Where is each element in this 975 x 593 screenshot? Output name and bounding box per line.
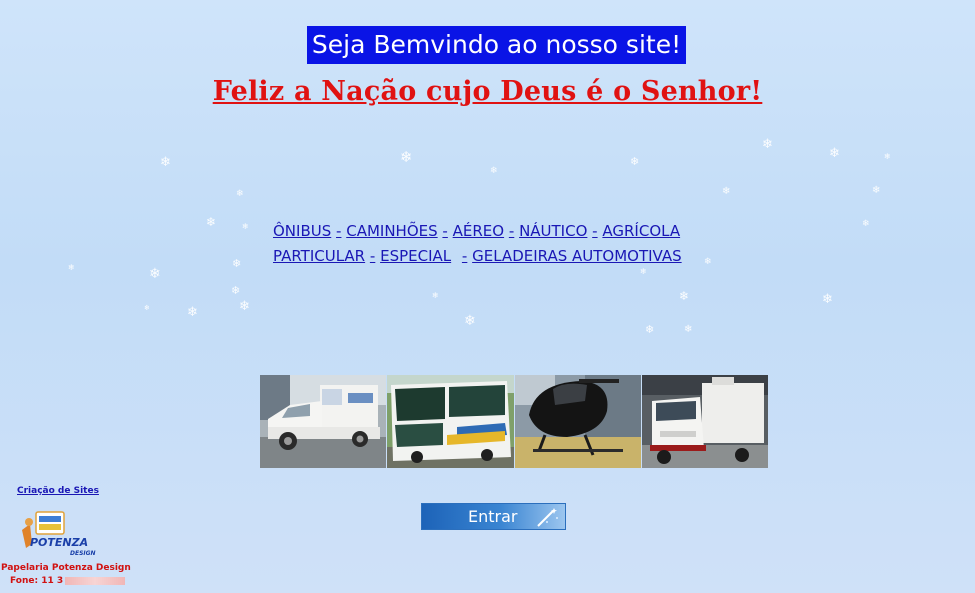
link-separator: - xyxy=(369,247,376,265)
helicopter-photo xyxy=(515,375,641,468)
link-separator: - xyxy=(461,247,468,265)
snowflake-icon: ❄ xyxy=(684,324,693,335)
link-separator: - xyxy=(336,222,342,240)
company-name: Papelaria Potenza Design xyxy=(1,563,131,573)
link-separator: - xyxy=(508,222,515,240)
snowflake-icon: ❄ xyxy=(884,152,891,161)
link-caminhoes[interactable]: CAMINHÕES xyxy=(346,222,437,240)
snowflake-icon: ❄ xyxy=(862,219,870,229)
category-links-row-1: ÔNIBUS - CAMINHÕES - AÉREO - NÁUTICO - A… xyxy=(273,222,713,240)
snowflake-icon: ❄ xyxy=(490,166,498,176)
snowflake-icon: ❄ xyxy=(239,299,250,314)
link-geladeiras-automotivas[interactable]: GELADEIRAS AUTOMOTIVAS xyxy=(472,247,682,265)
snowflake-icon: ❄ xyxy=(400,148,413,166)
white-utility-van-photo xyxy=(260,375,386,468)
snowflake-icon: ❄ xyxy=(236,189,244,199)
link-particular[interactable]: PARTICULAR xyxy=(273,247,365,265)
snowflake-icon: ❄ xyxy=(432,291,439,300)
snowflake-icon: ❄ xyxy=(630,155,640,168)
snowflake-icon: ❄ xyxy=(645,323,655,336)
phone-redacted xyxy=(65,576,126,585)
snowflake-icon: ❄ xyxy=(872,185,881,196)
snowflake-icon: ❄ xyxy=(829,146,840,161)
criacao-de-sites-link[interactable]: Criação de Sites xyxy=(17,486,99,496)
snowflake-icon: ❄ xyxy=(232,257,242,270)
company-phone: Fone: 11 3 xyxy=(10,576,126,586)
link-nautico[interactable]: NÁUTICO xyxy=(519,222,587,240)
enter-button-label: Entrar xyxy=(468,507,518,526)
refrigerated-truck-photo xyxy=(642,375,768,468)
link-aereo[interactable]: AÉREO xyxy=(453,222,504,240)
link-especial[interactable]: ESPECIAL xyxy=(380,247,451,265)
snowflake-icon: ❄ xyxy=(187,305,198,320)
vehicle-photo-strip xyxy=(260,375,768,468)
link-separator: - xyxy=(592,222,598,240)
motto-heading: Feliz a Nação cujo Deus é o Senhor! xyxy=(212,76,763,107)
enter-button[interactable]: Entrar xyxy=(421,503,566,530)
magic-wand-icon xyxy=(535,506,559,535)
snowflake-icon: ❄ xyxy=(68,263,75,272)
phone-label: Fone: 11 3 xyxy=(10,576,64,586)
link-onibus[interactable]: ÔNIBUS xyxy=(273,222,331,240)
snowflake-icon: ❄ xyxy=(722,186,731,197)
snowflake-icon: ❄ xyxy=(822,292,833,307)
svg-text:DESIGN: DESIGN xyxy=(70,550,96,557)
link-separator: - xyxy=(442,222,448,240)
welcome-banner: Seja Bemvindo ao nosso site! xyxy=(307,26,686,64)
snowflake-icon: ❄ xyxy=(206,215,217,229)
snowflake-icon: ❄ xyxy=(231,284,241,297)
snowflake-icon: ❄ xyxy=(144,304,150,312)
double-decker-bus-photo xyxy=(387,375,514,468)
snowflake-icon: ❄ xyxy=(640,267,647,276)
snowflake-icon: ❄ xyxy=(762,137,773,152)
svg-text:POTENZA: POTENZA xyxy=(30,536,88,549)
snowflake-icon: ❄ xyxy=(242,222,249,231)
snowflake-icon: ❄ xyxy=(149,266,161,282)
link-agricola[interactable]: AGRÍCOLA xyxy=(602,222,680,240)
snowflake-icon: ❄ xyxy=(160,155,171,170)
category-links-row-2: PARTICULAR - ESPECIAL - GELADEIRAS AUTOM… xyxy=(273,247,713,265)
snowflake-icon: ❄ xyxy=(679,289,690,303)
snowflake-icon: ❄ xyxy=(464,313,476,329)
potenza-design-logo[interactable]: POTENZA DESIGN xyxy=(18,510,98,560)
